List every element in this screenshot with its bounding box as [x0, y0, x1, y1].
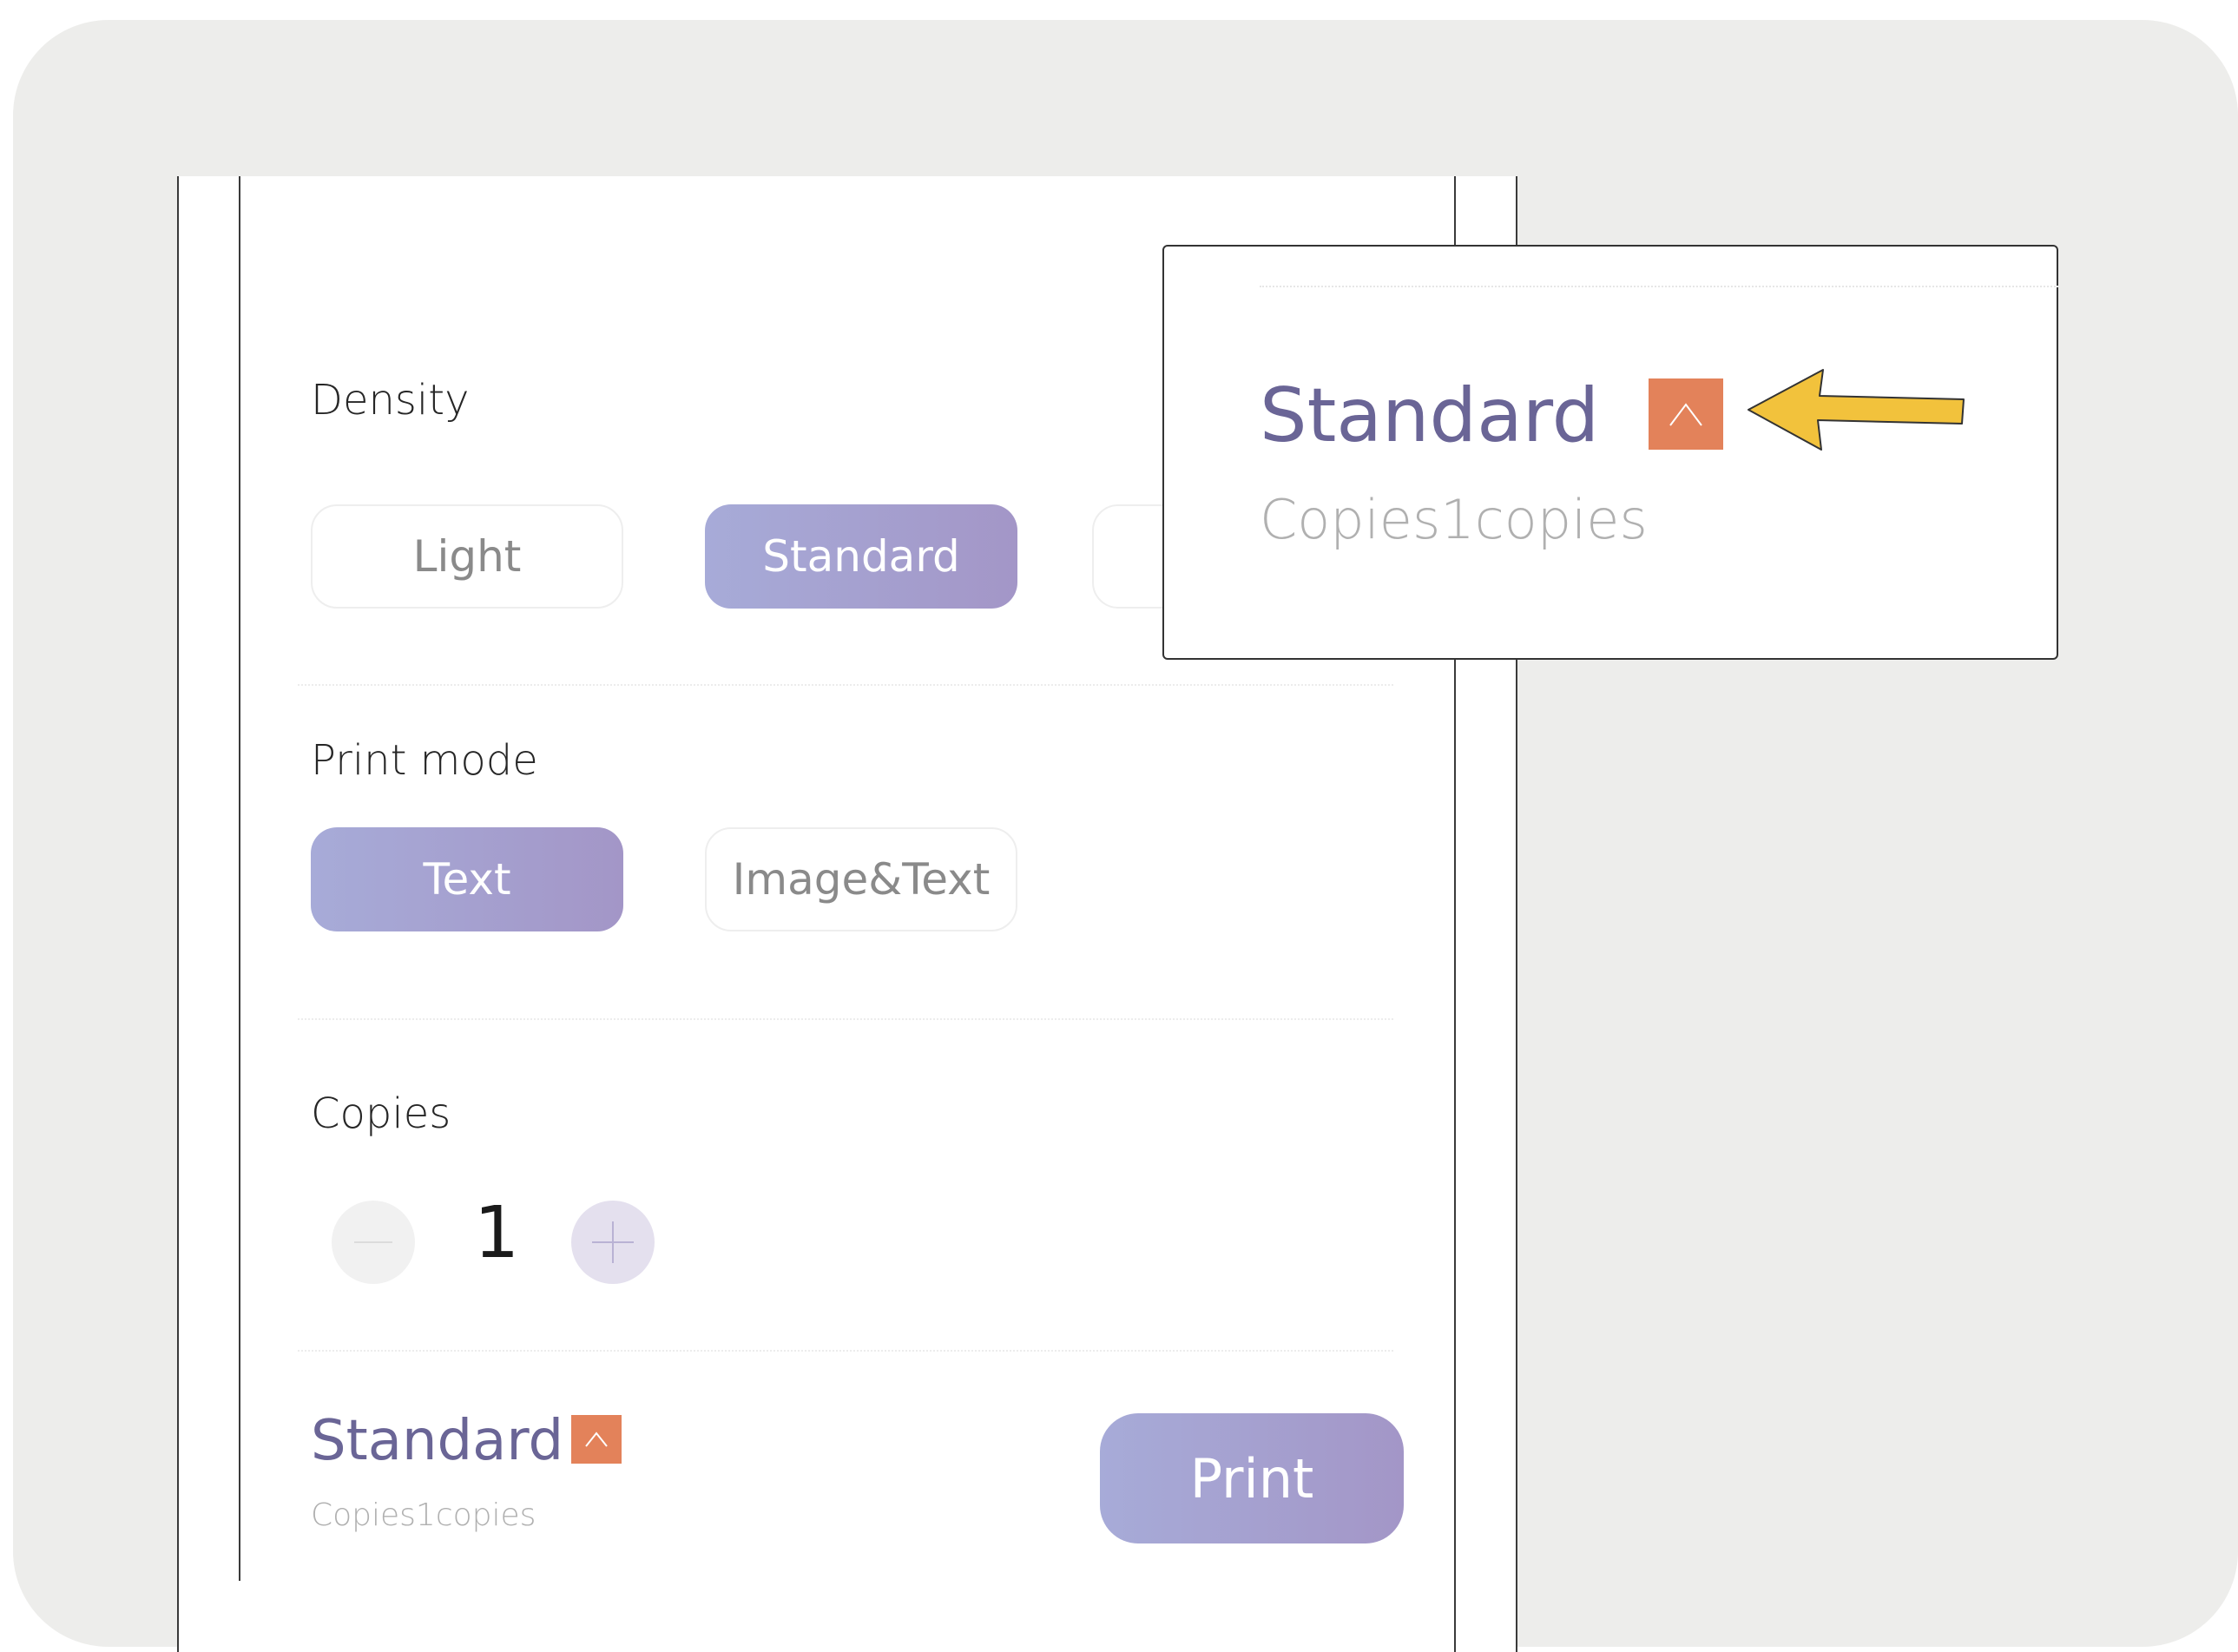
copies-label: Copies	[311, 1089, 451, 1138]
arrow-left-icon	[1748, 369, 1965, 451]
print-mode-option-image-text[interactable]: Image&Text	[705, 827, 1017, 931]
summary-subtitle: Copies1copies	[311, 1497, 536, 1533]
callout-subtitle: Copies1copies	[1260, 488, 1648, 551]
density-label: Density	[311, 376, 470, 425]
caret-up-icon[interactable]	[571, 1415, 622, 1464]
print-mode-option-text[interactable]: Text	[311, 827, 623, 931]
caret-up-icon[interactable]	[1649, 378, 1723, 450]
callout-divider	[1260, 286, 2058, 287]
callout-title: Standard	[1260, 372, 1600, 459]
print-button[interactable]: Print	[1100, 1413, 1404, 1543]
copies-value: 1	[474, 1192, 520, 1274]
print-mode-label: Print mode	[311, 736, 538, 785]
minus-icon[interactable]	[332, 1201, 415, 1284]
plus-icon[interactable]	[571, 1201, 655, 1284]
summary-title: Standard	[311, 1409, 564, 1473]
density-option-standard[interactable]: Standard	[705, 504, 1017, 609]
density-option-light[interactable]: Light	[311, 504, 623, 609]
divider	[298, 1018, 1393, 1020]
panel-edge-left	[239, 176, 240, 1581]
divider	[298, 1350, 1393, 1352]
divider	[298, 684, 1393, 686]
